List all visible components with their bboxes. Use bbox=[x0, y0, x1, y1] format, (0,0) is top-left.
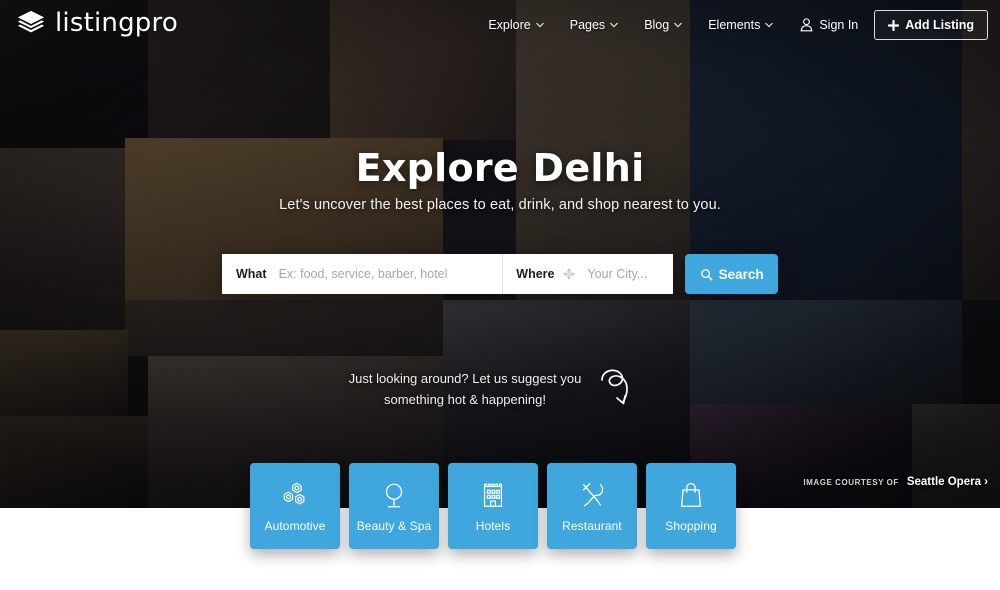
search-what-label: What bbox=[236, 267, 267, 281]
category-tile-label: Automotive bbox=[264, 518, 326, 533]
category-tile-label: Hotels bbox=[475, 518, 511, 533]
category-tile-label: Restaurant bbox=[562, 518, 622, 533]
plus-icon bbox=[888, 19, 900, 31]
courtesy-source-link[interactable]: Seattle Opera › bbox=[907, 476, 988, 488]
chevron-down-icon bbox=[610, 22, 618, 28]
hero-headline: Explore Delhi bbox=[355, 146, 645, 190]
user-icon bbox=[800, 18, 813, 32]
search-where-label: Where bbox=[516, 267, 555, 281]
shopping-bag-icon bbox=[680, 482, 702, 507]
add-listing-button[interactable]: Add Listing bbox=[874, 10, 988, 40]
curved-arrow-icon bbox=[601, 369, 628, 405]
add-listing-label: Add Listing bbox=[905, 18, 974, 32]
search-bar: What Where Search bbox=[222, 254, 778, 294]
search-what-input[interactable] bbox=[276, 266, 503, 282]
category-tile-shopping[interactable]: Shopping bbox=[646, 463, 736, 549]
nav-item-label: Explore bbox=[488, 18, 531, 32]
chevron-down-icon bbox=[765, 22, 774, 28]
search-where-input[interactable] bbox=[585, 266, 674, 282]
logo-text: listingpro bbox=[55, 8, 178, 38]
page-root: listingpro Explore Pages Blog Elements S… bbox=[0, 0, 1000, 590]
magnifier-icon bbox=[700, 268, 713, 280]
search-where-field[interactable]: Where bbox=[503, 254, 674, 294]
nav-item-label: Pages bbox=[569, 18, 606, 32]
courtesy-label: IMAGE COURTESY OF bbox=[803, 478, 899, 487]
search-button[interactable]: Search bbox=[685, 254, 778, 294]
nav-item-label: Blog bbox=[644, 18, 670, 32]
suggest-text: Just looking around? Let us suggest you … bbox=[348, 371, 582, 407]
layers-icon bbox=[17, 10, 45, 33]
nav-item-label: Elements bbox=[708, 18, 761, 32]
category-tile-hotels[interactable]: Hotels bbox=[448, 463, 538, 549]
nav-item-blog[interactable]: Blog bbox=[631, 0, 695, 50]
main-navigation: Explore Pages Blog Elements Sign In Add … bbox=[475, 0, 1000, 50]
nav-item-pages[interactable]: Pages bbox=[557, 0, 631, 50]
chevron-down-icon bbox=[674, 22, 682, 28]
category-tile-automotive[interactable]: Automotive bbox=[250, 463, 340, 549]
search-button-label: Search bbox=[718, 266, 764, 282]
hero-section: listingpro Explore Pages Blog Elements S… bbox=[0, 0, 1000, 508]
site-header: listingpro Explore Pages Blog Elements S… bbox=[0, 0, 1000, 50]
category-tile-label: Beauty & Spa bbox=[356, 518, 432, 533]
search-what-field[interactable]: What bbox=[222, 254, 504, 294]
category-tiles: Automotive Beauty & Spa Hotels Restauran… bbox=[250, 463, 736, 549]
locate-crosshair-icon[interactable] bbox=[563, 268, 576, 280]
gears-icon bbox=[283, 482, 305, 505]
chevron-down-icon bbox=[535, 22, 544, 28]
category-tile-label: Shopping bbox=[665, 518, 717, 533]
nav-item-explore[interactable]: Explore bbox=[475, 0, 556, 50]
building-icon bbox=[483, 483, 503, 507]
mirror-icon bbox=[385, 483, 403, 507]
site-logo[interactable]: listingpro bbox=[16, 8, 178, 38]
sign-in-label: Sign In bbox=[819, 18, 859, 32]
image-courtesy[interactable]: IMAGE COURTESY OF Seattle Opera › bbox=[803, 476, 988, 488]
fork-spoon-icon bbox=[582, 482, 604, 506]
nav-item-elements[interactable]: Elements bbox=[695, 0, 786, 50]
sign-in-button[interactable]: Sign In bbox=[786, 0, 868, 50]
hero-subline: Let's uncover the best places to eat, dr… bbox=[279, 197, 721, 213]
category-tile-beauty-spa[interactable]: Beauty & Spa bbox=[349, 463, 439, 549]
category-tile-restaurant[interactable]: Restaurant bbox=[547, 463, 637, 549]
